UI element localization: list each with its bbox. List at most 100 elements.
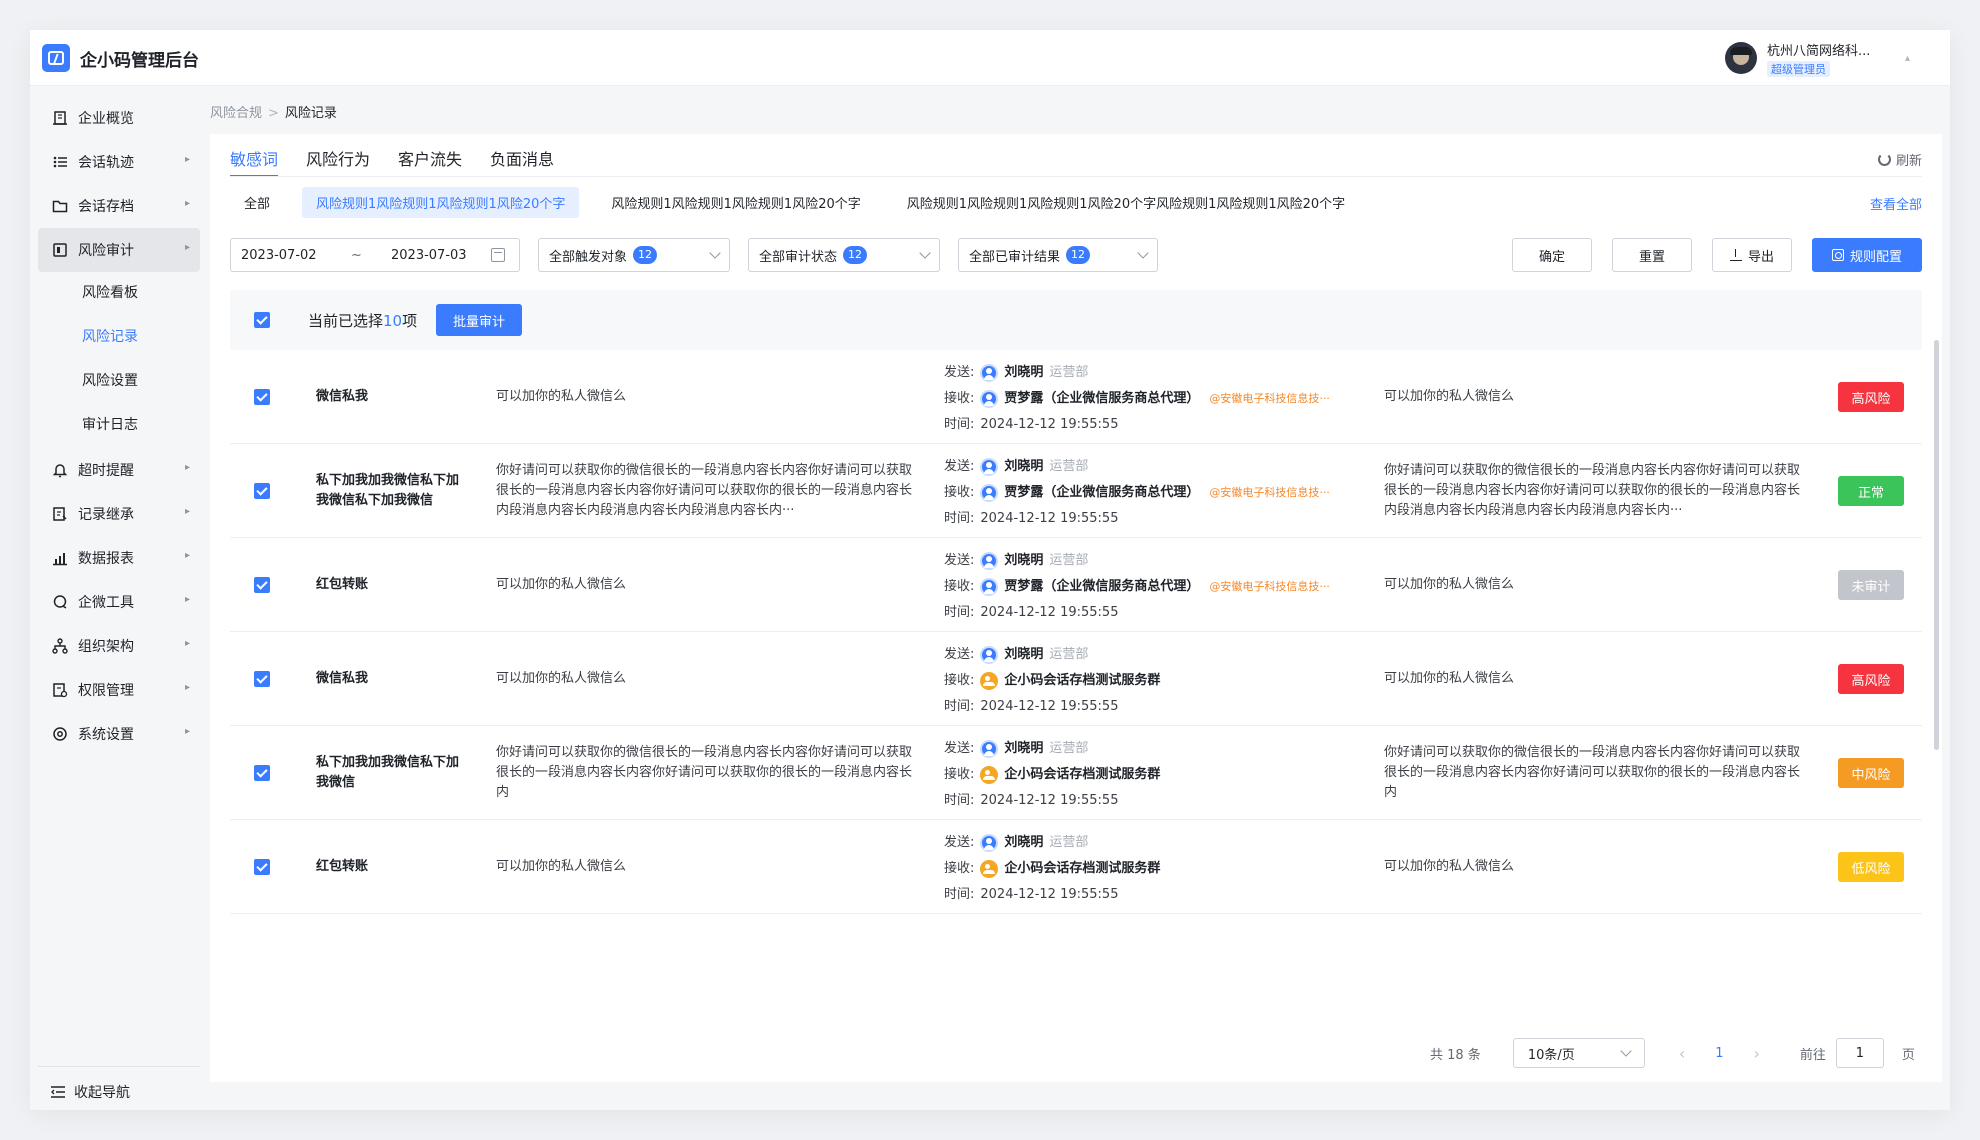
tab-divider <box>230 176 1922 177</box>
sender-name[interactable]: 刘晓明 <box>1004 830 1043 856</box>
select-all-checkbox[interactable] <box>254 312 270 328</box>
receiver-name[interactable]: 企小码会话存档测试服务群 <box>1004 762 1160 788</box>
confirm-button[interactable]: 确定 <box>1512 238 1592 272</box>
row-checkbox[interactable] <box>254 765 270 781</box>
table-row[interactable]: 红包转账 可以加你的私人微信么 发送: 刘晓明 运营部 接收: 贾梦露（企业微信服务商… <box>230 538 1922 632</box>
sender-dept: 运营部 <box>1049 553 1089 568</box>
rule-config-button[interactable]: 规则配置 <box>1812 238 1922 272</box>
refresh-button[interactable]: 刷新 <box>1877 150 1922 169</box>
sidebar-item-data-report[interactable]: 数据报表 ▸ <box>38 536 200 580</box>
receiver-name[interactable]: 贾梦露（企业微信服务商总代理） <box>1004 480 1199 506</box>
breadcrumb-parent[interactable]: 风险合规 <box>210 106 262 121</box>
sender-name[interactable]: 刘晓明 <box>1004 454 1043 480</box>
collapse-nav-button[interactable]: 收起导航 <box>38 1066 200 1110</box>
export-button[interactable]: 导出 <box>1712 238 1792 272</box>
table-row[interactable]: 私下加我加我微信私下加我微信私下加我微信 你好请问可以获取你的微信很长的一段消息… <box>230 444 1922 538</box>
tab-customer-churn[interactable]: 客户流失 <box>398 134 462 176</box>
sidebar-item-risk-audit[interactable]: 风险审计 ▸ <box>38 228 200 272</box>
row-checkbox[interactable] <box>254 671 270 687</box>
risk-level-badge[interactable]: 高风险 <box>1838 664 1904 694</box>
sidebar-item-wecom-tools[interactable]: 企微工具 ▸ <box>38 580 200 624</box>
sidebar-item-timeout-reminder[interactable]: 超时提醒 ▸ <box>38 448 200 492</box>
table-row[interactable]: 微信私我 可以加你的私人微信么 发送: 刘晓明 运营部 接收: 贾梦露（企业微信服务商… <box>230 350 1922 444</box>
sidebar-subitem-risk-records[interactable]: 风险记录 <box>82 326 138 346</box>
table-row[interactable]: 私下加我加我微信私下加我微信 你好请问可以获取你的微信很长的一段消息内容长内容你… <box>230 726 1922 820</box>
audit-result-select[interactable]: 全部已审计结果 12 <box>958 238 1158 272</box>
receive-label: 接收: <box>944 673 975 688</box>
permission-doc-icon <box>52 682 68 698</box>
view-all-link[interactable]: 查看全部 <box>1870 194 1922 213</box>
risk-level-badge[interactable]: 中风险 <box>1838 758 1904 788</box>
chevron-right-icon: ▸ <box>184 550 190 561</box>
row-checkbox[interactable] <box>254 483 270 499</box>
sidebar-item-session-archive[interactable]: 会话存档 ▸ <box>38 184 200 228</box>
rule-chip-2[interactable]: 风险规则1风险规则1风险规则1风险20个字 <box>597 187 874 218</box>
message-cell: 可以加你的私人微信么 <box>496 577 627 592</box>
count-badge: 12 <box>843 246 868 264</box>
message-cell: 你好请问可以获取你的微信很长的一段消息内容长内容你好请问可以获取很长的一段消息内… <box>496 745 913 800</box>
keyword-cell: 红包转账 <box>316 577 369 592</box>
list-icon <box>52 154 68 170</box>
prev-page-button[interactable]: ‹ <box>1679 1044 1685 1063</box>
refresh-label: 刷新 <box>1895 154 1922 169</box>
settings-icon <box>1831 249 1844 261</box>
receiver-corp: @安徽电子科技信息技··· <box>1209 580 1330 593</box>
tab-risk-behavior[interactable]: 风险行为 <box>306 134 370 176</box>
group-chat-icon <box>980 766 999 784</box>
risk-level-badge[interactable]: 高风险 <box>1838 382 1904 412</box>
sidebar-subitem-audit-log[interactable]: 审计日志 <box>82 414 138 434</box>
page-size-select[interactable]: 10条/页 <box>1512 1038 1645 1068</box>
user-icon <box>980 484 999 502</box>
collapse-nav-label: 收起导航 <box>74 1084 130 1101</box>
table-row[interactable]: 微信私我 可以加你的私人微信么 发送: 刘晓明 运营部 接收: 企小码会话存档测试服务… <box>230 632 1922 726</box>
vertical-scrollbar[interactable] <box>1934 340 1939 750</box>
receiver-name[interactable]: 企小码会话存档测试服务群 <box>1004 668 1160 694</box>
sidebar-item-label: 系统设置 <box>78 727 134 743</box>
sidebar-item-record-inherit[interactable]: 记录继承 ▸ <box>38 492 200 536</box>
goto-page-input[interactable]: 1 <box>1835 1038 1884 1068</box>
app-logo-icon <box>42 44 70 72</box>
row-checkbox[interactable] <box>254 859 270 875</box>
sidebar-item-session-track[interactable]: 会话轨迹 ▸ <box>38 140 200 184</box>
sender-name[interactable]: 刘晓明 <box>1004 548 1043 574</box>
rule-chip-1[interactable]: 风险规则1风险规则1风险规则1风险20个字 <box>302 186 580 218</box>
sender-name[interactable]: 刘晓明 <box>1004 360 1043 386</box>
sidebar-subitem-risk-settings[interactable]: 风险设置 <box>82 370 138 390</box>
risk-level-badge[interactable]: 正常 <box>1838 476 1904 506</box>
chevron-right-icon: ▸ <box>184 462 190 473</box>
selection-count-text: 当前已选择10项 <box>308 311 418 330</box>
table-row[interactable]: 红包转账 可以加你的私人微信么 发送: 刘晓明 运营部 接收: 企小码会话存档测试服务… <box>230 820 1922 914</box>
rule-chip-all[interactable]: 全部 <box>230 187 284 218</box>
sidebar-subitem-risk-board[interactable]: 风险看板 <box>82 282 138 302</box>
audit-status-select[interactable]: 全部审计状态 12 <box>748 238 940 272</box>
sidebar-item-permissions[interactable]: 权限管理 ▸ <box>38 668 200 712</box>
next-page-button[interactable]: › <box>1754 1044 1760 1063</box>
row-checkbox[interactable] <box>254 577 270 593</box>
receiver-name[interactable]: 企小码会话存档测试服务群 <box>1004 856 1160 882</box>
sender-name[interactable]: 刘晓明 <box>1004 642 1043 668</box>
risk-level-badge[interactable]: 未审计 <box>1838 570 1904 600</box>
row-checkbox[interactable] <box>254 389 270 405</box>
current-page[interactable]: 1 <box>1715 1046 1723 1061</box>
tab-sensitive-words[interactable]: 敏感词 <box>230 134 279 177</box>
org-tree-icon <box>52 638 68 654</box>
trigger-target-select[interactable]: 全部触发对象 12 <box>538 238 730 272</box>
meta-cell: 发送: 刘晓明 运营部 接收: 企小码会话存档测试服务群 时间: 2024-12-12 … <box>944 736 1374 814</box>
risk-level-badge[interactable]: 低风险 <box>1838 852 1904 882</box>
reset-button[interactable]: 重置 <box>1612 238 1692 272</box>
sidebar-item-org-structure[interactable]: 组织架构 ▸ <box>38 624 200 668</box>
page-unit-label: 页 <box>1901 1047 1915 1063</box>
batch-audit-button[interactable]: 批量审计 <box>436 304 522 336</box>
sender-name[interactable]: 刘晓明 <box>1004 736 1043 762</box>
breadcrumb-current: 风险记录 <box>284 106 337 121</box>
rule-chip-3[interactable]: 风险规则1风险规则1风险规则1风险20个字风险规则1风险规则1风险20个字 <box>893 187 1359 218</box>
user-icon <box>980 578 999 596</box>
receiver-name[interactable]: 贾梦露（企业微信服务商总代理） <box>1004 574 1199 600</box>
date-range-picker[interactable]: 2023-07-02 ~ 2023-07-03 <box>230 238 520 272</box>
tab-negative-messages[interactable]: 负面消息 <box>490 134 554 176</box>
sidebar: 企业概览 会话轨迹 ▸ 会话存档 ▸ 风险审计 ▸ 风险看板 风险记录 风险设置… <box>30 86 200 1110</box>
sidebar-item-overview[interactable]: 企业概览 <box>38 96 200 140</box>
receiver-name[interactable]: 贾梦露（企业微信服务商总代理） <box>1004 386 1199 412</box>
sidebar-item-system-settings[interactable]: 系统设置 ▸ <box>38 712 200 756</box>
user-menu[interactable]: 杭州八简网络科... 超级管理员 ▴ <box>1724 38 1910 78</box>
